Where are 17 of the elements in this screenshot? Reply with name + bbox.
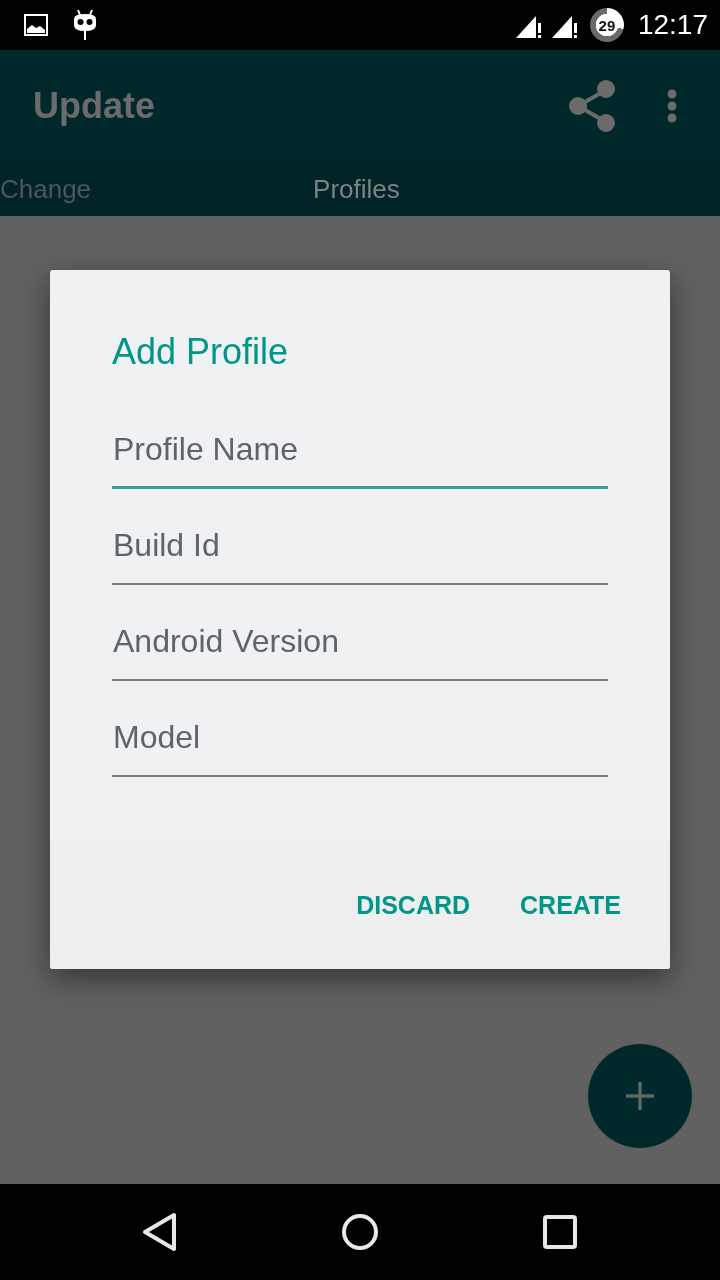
app-title: Update xyxy=(33,85,156,127)
dialog-title: Add Profile xyxy=(112,330,290,374)
dialog-button[interactable]: DISCARD xyxy=(344,878,483,932)
share-icon[interactable] xyxy=(567,79,617,133)
text-field[interactable]: Android Version xyxy=(112,606,608,681)
tab[interactable]: Change xyxy=(0,162,92,216)
dialog-button[interactable]: CREATE xyxy=(508,878,633,932)
robot-icon xyxy=(72,9,98,41)
text-field[interactable]: Profile Name xyxy=(112,414,608,489)
plus-icon xyxy=(625,1081,655,1111)
text-field[interactable]: Model xyxy=(112,702,608,777)
battery-indicator: 29 xyxy=(589,8,624,42)
clock-time: 12:17 xyxy=(637,11,708,39)
more-options-icon[interactable] xyxy=(667,89,677,123)
text-field[interactable]: Build Id xyxy=(112,510,608,585)
tab[interactable]: Profiles xyxy=(313,162,400,216)
image-icon xyxy=(24,14,48,36)
